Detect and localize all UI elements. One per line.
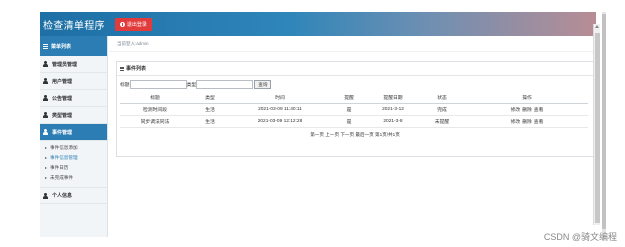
delete-link[interactable]: 删除: [522, 108, 532, 113]
title-filter-label: 标题: [120, 83, 130, 88]
user-icon: [43, 78, 48, 84]
cell-actions: 修改 删除 查看: [466, 103, 588, 116]
power-icon: [119, 21, 125, 27]
sidebar-item-admin[interactable]: 管理员管理: [40, 56, 107, 73]
column-header: 状态: [418, 93, 466, 104]
cell-time: 2021-03-09 11:40:11: [230, 103, 330, 116]
user-icon: [43, 129, 48, 135]
type-filter-input[interactable]: [196, 80, 254, 89]
column-header: 时间: [230, 93, 330, 104]
sidebar-header: 菜单列表: [40, 36, 107, 56]
sidebar-item-users[interactable]: 用户管理: [40, 73, 107, 90]
sidebar-item-label: 管理员管理: [52, 61, 78, 68]
cell-title: 检测时间段: [120, 103, 190, 116]
column-header: 标题: [120, 93, 190, 104]
column-header: 操作: [466, 93, 588, 104]
sidebar: 菜单列表 管理员管理 用户管理 公告管理 类型管理 事件管理 事件信息添加 事件…: [40, 36, 108, 237]
user-icon: [43, 112, 48, 118]
caret-right-icon: [45, 147, 47, 149]
cell-status: 完成: [418, 103, 466, 116]
scroll-up-icon[interactable]: [595, 25, 599, 28]
edit-link[interactable]: 修改: [511, 108, 521, 113]
submenu-item-add-event[interactable]: 事件信息添加: [45, 143, 107, 153]
type-filter-label: 类型: [186, 83, 197, 88]
submenu-label: 事件日历: [50, 165, 69, 170]
cell-actions: 修改 删除 查看: [466, 115, 588, 128]
sidebar-item-label: 事件管理: [52, 129, 73, 136]
submenu-item-manage-events[interactable]: 事件信息管理: [45, 153, 107, 163]
submenu-item-unfinished[interactable]: 未完成事件: [45, 173, 107, 183]
pagination[interactable]: 第一页 上一页 下一页 最后一页 第1页/共1页: [117, 128, 593, 142]
inner-scrollbar[interactable]: [593, 24, 600, 225]
cell-remind: 是: [330, 103, 368, 116]
cell-remind: 是: [330, 115, 368, 128]
column-header: 提醒: [330, 93, 368, 104]
submenu-item-calendar[interactable]: 事件日历: [45, 163, 107, 173]
sidebar-header-label: 菜单列表: [51, 43, 72, 50]
main-content: 当前登入:admin 事件列表 标题 类型 查询 标题 类型 时间 提醒 提醒日…: [109, 36, 595, 237]
user-icon: [43, 61, 48, 67]
edit-link[interactable]: 修改: [511, 120, 521, 125]
search-bar: 标题 类型 查询: [117, 76, 593, 93]
cell-status: 未提醒: [418, 115, 466, 128]
sidebar-item-label: 公告管理: [52, 95, 73, 102]
title-filter-input[interactable]: [129, 80, 187, 89]
submenu-label: 事件信息管理: [50, 155, 78, 160]
caret-right-icon: [45, 157, 47, 159]
sidebar-item-notice[interactable]: 公告管理: [40, 90, 107, 107]
page-scrollbar[interactable]: [602, 12, 606, 237]
user-icon: [43, 192, 48, 199]
caret-right-icon: [45, 177, 47, 179]
logout-label: 退出登录: [126, 21, 147, 28]
logout-button[interactable]: 退出登录: [114, 17, 152, 31]
table-row: 检测时间段 生活 2021-03-09 11:40:11 是 2021-3-12…: [120, 103, 588, 116]
event-list-panel: 事件列表 标题 类型 查询 标题 类型 时间 提醒 提醒日期 状态 操作 检测时…: [116, 61, 594, 157]
cell-remind-date: 2021-3-12: [368, 103, 418, 116]
sidebar-item-events[interactable]: 事件管理: [40, 124, 107, 141]
event-table: 标题 类型 时间 提醒 提醒日期 状态 操作 检测时间段 生活 2021-03-…: [120, 93, 588, 128]
search-button[interactable]: 查询: [254, 80, 272, 89]
cell-title: 同步调法同法: [120, 115, 190, 128]
caret-right-icon: [45, 167, 47, 169]
panel-title: 事件列表: [126, 66, 147, 72]
submenu-label: 未完成事件: [50, 175, 73, 180]
sidebar-item-label: 用户管理: [52, 78, 73, 85]
app-window: 检查清单程序 退出登录 菜单列表 管理员管理 用户管理 公告管理 类型管理 事件…: [40, 12, 602, 237]
table-header-row: 标题 类型 时间 提醒 提醒日期 状态 操作: [120, 93, 588, 104]
sidebar-item-label: 个人信息: [52, 193, 73, 199]
sidebar-submenu: 事件信息添加 事件信息管理 事件日历 未完成事件: [40, 141, 107, 187]
sidebar-item-types[interactable]: 类型管理: [40, 107, 107, 124]
cell-type: 生活: [190, 115, 230, 128]
scrollbar-thumb[interactable]: [602, 14, 606, 229]
panel-header: 事件列表: [117, 62, 593, 76]
breadcrumb: 当前登入:admin: [109, 36, 595, 52]
sidebar-item-label: 类型管理: [52, 112, 73, 119]
app-title: 检查清单程序: [43, 20, 105, 32]
cell-time: 2021-03-09 12:12:28: [230, 115, 330, 128]
sidebar-item-profile[interactable]: 个人信息: [40, 187, 107, 204]
cell-remind-date: 2021-3-8: [368, 115, 418, 128]
table-row: 同步调法同法 生活 2021-03-09 12:12:28 是 2021-3-8…: [120, 115, 588, 128]
column-header: 提醒日期: [368, 93, 418, 104]
user-icon: [43, 95, 48, 101]
scrollbar-thumb[interactable]: [595, 33, 600, 223]
delete-link[interactable]: 删除: [522, 120, 532, 125]
cell-type: 生活: [190, 103, 230, 116]
watermark: CSDN @骑文编程: [543, 232, 617, 242]
top-bar: 检查清单程序 退出登录: [40, 12, 596, 36]
submenu-label: 事件信息添加: [50, 145, 78, 150]
list-icon: [120, 66, 124, 71]
list-icon: [43, 43, 48, 49]
view-link[interactable]: 查看: [534, 108, 544, 113]
view-link[interactable]: 查看: [534, 120, 544, 125]
column-header: 类型: [190, 93, 230, 104]
